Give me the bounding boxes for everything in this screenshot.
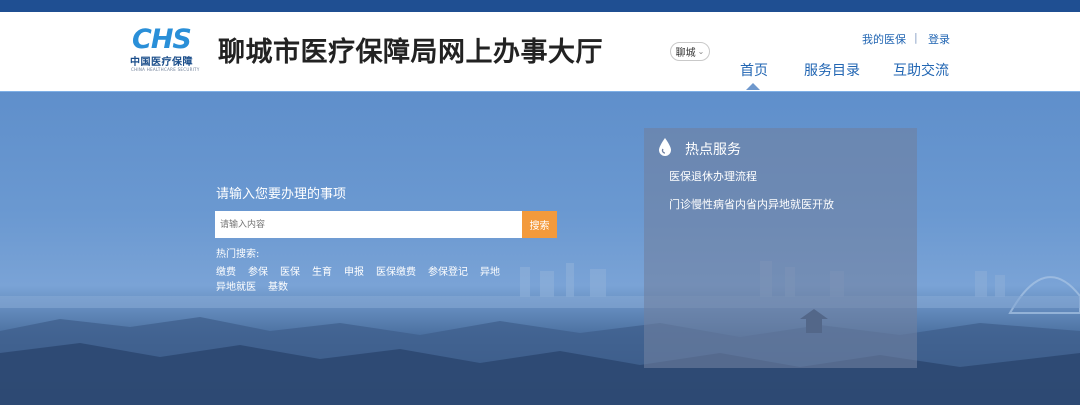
hot-tag[interactable]: 缴费 <box>216 265 236 280</box>
top-links: 我的医保 | 登录 <box>850 31 960 47</box>
nav-service-catalog[interactable]: 服务目录 <box>804 60 860 80</box>
hot-tag[interactable]: 医保缴费 <box>376 265 416 280</box>
city-select[interactable]: 聊城 ⌄ <box>670 42 710 61</box>
top-brand-bar <box>0 0 1080 12</box>
hot-services-panel: 热点服务 医保退休办理流程 门诊慢性病省内省内异地就医开放 <box>644 128 917 368</box>
hot-service-item[interactable]: 门诊慢性病省内省内异地就医开放 <box>669 196 834 212</box>
top-links-separator: | <box>914 31 918 44</box>
nav-interaction[interactable]: 互助交流 <box>893 60 949 80</box>
hot-tag[interactable]: 异地 <box>480 265 500 280</box>
my-insurance-link[interactable]: 我的医保 <box>862 31 906 47</box>
search-button[interactable]: 搜索 <box>522 211 557 238</box>
logo-mark: CHS <box>132 24 192 55</box>
hot-tag[interactable]: 参保登记 <box>428 265 468 280</box>
hero-banner: 请输入您要办理的事项 搜索 热门搜索: 缴费参保医保生育申报医保缴费参保登记异地… <box>0 91 1080 405</box>
hot-tag[interactable]: 申报 <box>344 265 364 280</box>
hot-search-tags: 缴费 参保 医保 生育 申报 医保缴费 参保登记 异地异地就医 基数 <box>216 265 536 295</box>
hot-tag[interactable]: 参保 <box>248 265 268 280</box>
hot-tag[interactable]: 基数 <box>268 280 288 295</box>
main-nav: 首页 服务目录 互助交流 <box>0 60 1080 90</box>
hot-tag[interactable]: 生育 <box>312 265 332 280</box>
hot-service-item[interactable]: 医保退休办理流程 <box>669 168 757 184</box>
search-input[interactable] <box>215 211 522 238</box>
hot-tag[interactable]: 医保 <box>280 265 300 280</box>
hot-search-label: 热门搜索: <box>216 249 260 260</box>
site-header: CHS 中国医疗保障 CHINA HEALTHCARE SECURITY 聊城市… <box>0 12 1080 91</box>
water-drop-icon <box>659 138 671 156</box>
city-select-value: 聊城 <box>675 48 696 59</box>
chevron-down-icon: ⌄ <box>697 46 705 56</box>
hot-tag[interactable]: 异地就医 <box>216 280 256 295</box>
login-link[interactable]: 登录 <box>928 31 950 47</box>
city-skyline-background <box>0 261 1080 405</box>
active-nav-indicator <box>746 83 760 90</box>
search-prompt: 请输入您要办理的事项 <box>216 187 347 202</box>
nav-home[interactable]: 首页 <box>740 60 768 80</box>
hot-services-title: 热点服务 <box>685 142 741 158</box>
